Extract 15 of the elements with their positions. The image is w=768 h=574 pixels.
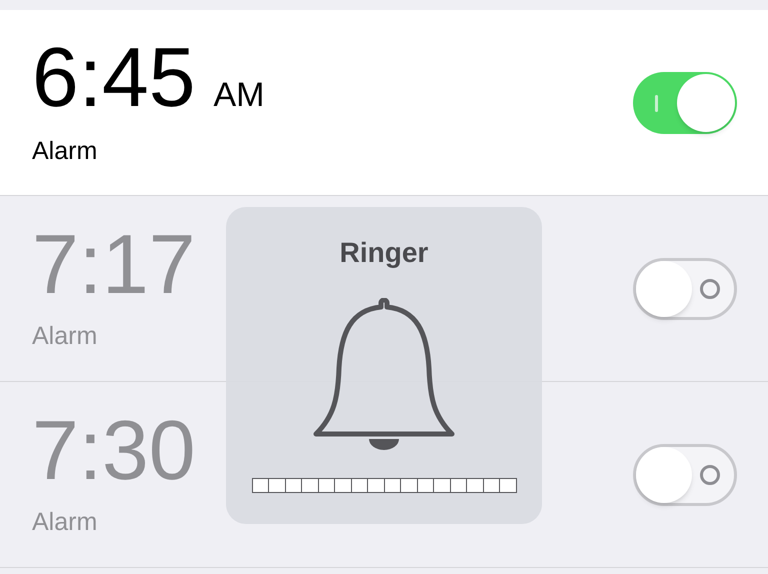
off-mark-icon	[700, 464, 720, 484]
toggle-knob	[636, 446, 692, 502]
toggle-knob	[677, 74, 735, 132]
bell-icon	[312, 298, 456, 450]
alarm-label: Alarm	[32, 136, 98, 167]
alarm-label: Alarm	[32, 320, 98, 352]
alarm-time: 7:30	[32, 408, 196, 492]
alarm-period: AM	[214, 74, 264, 116]
on-mark-icon	[655, 94, 658, 112]
ringer-title: Ringer	[340, 236, 428, 270]
alarm-time: 7:17	[32, 222, 196, 306]
alarm-label: Alarm	[32, 506, 98, 538]
toggle-knob	[636, 260, 692, 316]
alarm-time: 6:45	[32, 34, 196, 119]
off-mark-icon	[700, 278, 720, 298]
